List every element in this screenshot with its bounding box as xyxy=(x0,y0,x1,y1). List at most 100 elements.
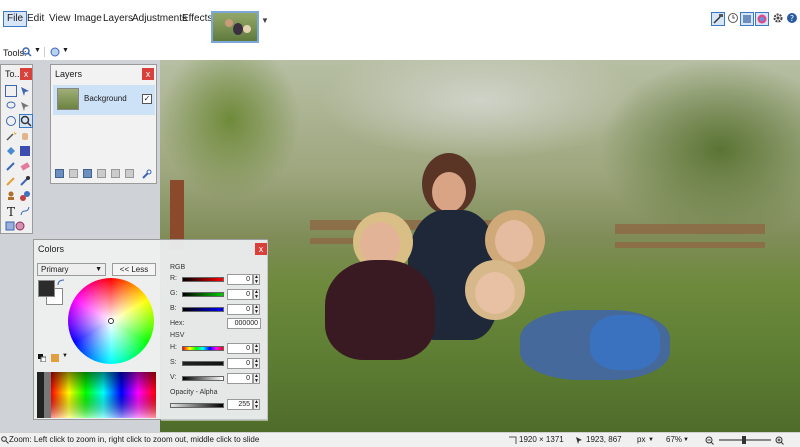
color-mode-dropdown[interactable]: Primary ▼ xyxy=(37,263,106,276)
line-curve-icon[interactable] xyxy=(19,205,31,217)
saturation-label: S: xyxy=(170,359,177,366)
chevron-down-icon[interactable]: ▼ xyxy=(261,16,269,25)
blue-spinner[interactable]: ▲ ▼ xyxy=(253,304,260,315)
chevron-down-icon[interactable]: ▼ xyxy=(62,353,68,359)
hex-value-input[interactable]: 000000 xyxy=(227,318,261,329)
color-picker-icon[interactable] xyxy=(19,175,31,187)
gradient-icon[interactable] xyxy=(19,145,31,157)
hammer-icon[interactable] xyxy=(711,12,725,26)
color-palette[interactable] xyxy=(37,372,156,418)
chevron-down-icon[interactable]: ▼ xyxy=(62,47,69,54)
eraser-icon[interactable] xyxy=(19,160,31,172)
hue-slider[interactable] xyxy=(182,346,224,351)
unit-selector[interactable]: px xyxy=(637,433,645,447)
chevron-down-icon[interactable]: ▼ xyxy=(648,433,654,447)
menu-adjustments[interactable]: Adjustments xyxy=(132,12,187,26)
hue-spinner[interactable]: ▲ ▼ xyxy=(253,343,260,354)
menu-layers[interactable]: Layers xyxy=(103,12,133,26)
menu-view[interactable]: View xyxy=(49,12,71,26)
saturation-spinner[interactable]: ▲ ▼ xyxy=(253,358,260,369)
svg-text:?: ? xyxy=(790,14,794,23)
zoom-in-icon[interactable] xyxy=(775,436,784,445)
chevron-down-icon[interactable]: ▼ xyxy=(683,433,689,447)
tools-close-button[interactable]: x xyxy=(20,68,32,80)
help-icon[interactable]: ? xyxy=(786,12,800,26)
layer-row[interactable]: Background ✓ xyxy=(53,85,155,115)
menu-edit[interactable]: Edit xyxy=(27,12,44,26)
hsv-label: HSV xyxy=(170,332,185,339)
lasso-select-icon[interactable] xyxy=(5,100,17,112)
green-slider[interactable] xyxy=(182,292,224,297)
green-value-input[interactable]: 0 xyxy=(227,289,253,300)
green-label: G: xyxy=(170,290,178,297)
palette-menu-icon[interactable] xyxy=(51,354,59,362)
red-spinner[interactable]: ▲ ▼ xyxy=(253,274,260,285)
cursor-position: 1923, 867 xyxy=(586,435,622,444)
move-selection-icon[interactable] xyxy=(19,100,31,112)
colors-close-button[interactable]: x xyxy=(255,243,267,255)
move-layer-up-icon[interactable] xyxy=(111,169,120,178)
magic-wand-icon[interactable] xyxy=(5,130,17,142)
main-toolbar xyxy=(0,30,800,73)
menu-file[interactable]: File xyxy=(3,11,28,27)
alpha-value-input[interactable]: 255 xyxy=(227,399,253,410)
red-slider[interactable] xyxy=(182,277,224,282)
opacity-label: Opacity - Alpha xyxy=(170,389,218,396)
blue-value-input[interactable]: 0 xyxy=(227,304,253,315)
history-icon[interactable] xyxy=(727,12,741,26)
selection-mode-icon[interactable] xyxy=(50,47,60,57)
zoom-slider-handle[interactable] xyxy=(742,436,746,444)
black-white-reset-icon[interactable] xyxy=(38,354,46,362)
blue-slider[interactable] xyxy=(182,307,224,312)
clone-stamp-icon[interactable] xyxy=(5,190,17,202)
paintbrush-icon[interactable] xyxy=(5,160,17,172)
red-label: R: xyxy=(170,275,177,282)
layers-panel-icon[interactable] xyxy=(740,12,754,26)
layers-close-button[interactable]: x xyxy=(142,68,154,80)
merge-layer-icon[interactable] xyxy=(97,169,106,178)
primary-color-swatch[interactable] xyxy=(38,280,55,297)
pencil-icon[interactable] xyxy=(5,175,17,187)
gear-icon[interactable] xyxy=(772,12,786,26)
shapes-icon[interactable] xyxy=(5,220,27,232)
colors-panel-icon[interactable] xyxy=(755,12,769,26)
rectangle-select-icon[interactable] xyxy=(5,85,17,97)
delete-layer-icon[interactable] xyxy=(69,169,78,178)
color-wheel[interactable] xyxy=(68,278,154,364)
chevron-down-icon[interactable]: ▼ xyxy=(34,47,41,54)
less-button[interactable]: << Less xyxy=(112,263,156,276)
value-spinner[interactable]: ▲ ▼ xyxy=(253,373,260,384)
move-selected-icon[interactable] xyxy=(19,85,31,97)
add-layer-icon[interactable] xyxy=(55,169,64,178)
saturation-slider[interactable] xyxy=(182,361,224,366)
hue-value-input[interactable]: 0 xyxy=(227,343,253,354)
zoom-icon[interactable] xyxy=(19,114,33,128)
layers-window: Layers x Background ✓ xyxy=(50,64,157,184)
red-value-input[interactable]: 0 xyxy=(227,274,253,285)
ellipse-select-icon[interactable] xyxy=(5,115,17,127)
pan-hand-icon[interactable] xyxy=(19,130,31,142)
value-value-input[interactable]: 0 xyxy=(227,373,253,384)
green-spinner[interactable]: ▲ ▼ xyxy=(253,289,260,300)
value-slider[interactable] xyxy=(182,376,224,381)
move-layer-down-icon[interactable] xyxy=(125,169,134,178)
zoom-tool-icon[interactable] xyxy=(22,47,32,57)
layer-thumbnail xyxy=(57,88,79,110)
text-icon[interactable]: T xyxy=(5,205,17,217)
zoom-level[interactable]: 67% xyxy=(666,433,682,447)
swap-colors-icon[interactable] xyxy=(57,279,65,287)
color-wheel-marker[interactable] xyxy=(108,318,114,324)
recolor-icon[interactable] xyxy=(19,190,31,202)
saturation-value-input[interactable]: 0 xyxy=(227,358,253,369)
layer-visibility-checkbox[interactable]: ✓ xyxy=(142,94,152,104)
alpha-slider[interactable] xyxy=(170,403,224,408)
paint-bucket-icon[interactable] xyxy=(5,145,17,157)
menu-image[interactable]: Image xyxy=(74,12,102,26)
alpha-spinner[interactable]: ▲ ▼ xyxy=(253,399,260,410)
status-hint: Zoom: Left click to zoom in, right click… xyxy=(9,435,260,444)
zoom-out-icon[interactable] xyxy=(705,436,714,445)
chevron-down-icon: ▼ xyxy=(95,266,102,273)
layer-properties-icon[interactable] xyxy=(142,169,152,179)
duplicate-layer-icon[interactable] xyxy=(83,169,92,178)
menu-effects[interactable]: Effects xyxy=(182,12,212,26)
